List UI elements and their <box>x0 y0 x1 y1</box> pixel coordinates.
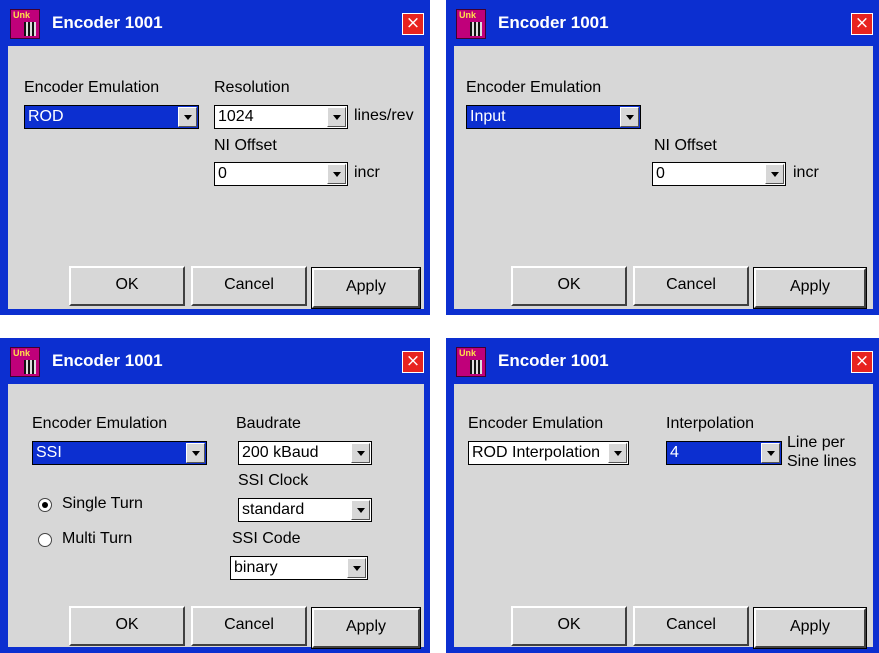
chevron-down-icon[interactable] <box>327 164 346 184</box>
interpolation-unit-line2: Sine lines <box>787 453 857 470</box>
ni-offset-select[interactable]: 0 <box>652 162 786 186</box>
close-icon[interactable]: × <box>402 13 424 35</box>
baudrate-select[interactable]: 200 kBaud <box>238 441 372 465</box>
resolution-select[interactable]: 1024 <box>214 105 348 129</box>
ni-offset-value: 0 <box>656 165 665 182</box>
interpolation-value: 4 <box>670 444 679 461</box>
interpolation-label: Interpolation <box>666 415 755 432</box>
dialog-client: Encoder Emulation Input NI Offset 0 incr… <box>454 46 873 309</box>
encoder-dialog-rod: Unk Encoder 1001 × Encoder Emulation ROD… <box>0 0 430 315</box>
encoder-emulation-value: ROD <box>28 108 64 125</box>
apply-button[interactable]: Apply <box>311 267 421 309</box>
unk-app-icon: Unk <box>10 9 40 39</box>
unk-app-icon: Unk <box>456 347 486 377</box>
single-turn-label[interactable]: Single Turn <box>62 495 143 513</box>
encoder-emulation-value: SSI <box>36 444 62 461</box>
dialog-title: Encoder 1001 <box>498 351 609 370</box>
chevron-down-icon[interactable] <box>327 107 346 127</box>
apply-button[interactable]: Apply <box>311 607 421 649</box>
encoder-dialog-ssi: Unk Encoder 1001 × Encoder Emulation SSI… <box>0 338 430 653</box>
close-icon[interactable]: × <box>402 351 424 373</box>
encoder-emulation-label: Encoder Emulation <box>466 79 602 96</box>
baudrate-value: 200 kBaud <box>242 444 319 461</box>
ok-button[interactable]: OK <box>69 606 185 646</box>
encoder-emulation-select[interactable]: SSI <box>32 441 207 465</box>
dialog-client: Encoder Emulation ROD Interpolation Inte… <box>454 384 873 649</box>
cancel-button[interactable]: Cancel <box>633 606 749 646</box>
ssi-code-label: SSI Code <box>232 530 301 547</box>
dialog-title: Encoder 1001 <box>52 351 163 370</box>
resolution-value: 1024 <box>218 108 254 125</box>
ok-button[interactable]: OK <box>511 606 627 646</box>
ssi-clock-value: standard <box>242 501 305 518</box>
chevron-down-icon[interactable] <box>347 558 366 578</box>
baudrate-label: Baudrate <box>236 415 301 432</box>
multi-turn-radio[interactable] <box>38 533 52 547</box>
chevron-down-icon[interactable] <box>178 107 197 127</box>
title-bar[interactable]: Unk Encoder 1001 × <box>0 338 430 384</box>
ni-offset-unit: incr <box>793 164 819 181</box>
dialog-title: Encoder 1001 <box>498 13 609 32</box>
interpolation-select[interactable]: 4 <box>666 441 782 465</box>
resolution-label: Resolution <box>214 79 290 96</box>
encoder-emulation-label: Encoder Emulation <box>468 415 604 432</box>
dialog-title: Encoder 1001 <box>52 13 163 32</box>
encoder-dialog-input: Unk Encoder 1001 × Encoder Emulation Inp… <box>446 0 879 315</box>
chevron-down-icon[interactable] <box>620 107 639 127</box>
encoder-emulation-label: Encoder Emulation <box>32 415 168 432</box>
dialog-client: Encoder Emulation SSI Baudrate 200 kBaud… <box>8 384 424 649</box>
encoder-emulation-value: ROD Interpolation <box>472 444 601 461</box>
ok-button[interactable]: OK <box>511 266 627 306</box>
interpolation-unit-line1: Line per <box>787 434 845 451</box>
chevron-down-icon[interactable] <box>765 164 784 184</box>
chevron-down-icon[interactable] <box>608 443 627 463</box>
unk-app-icon: Unk <box>456 9 486 39</box>
encoder-emulation-select[interactable]: ROD Interpolation <box>468 441 629 465</box>
ni-offset-select[interactable]: 0 <box>214 162 348 186</box>
apply-button[interactable]: Apply <box>753 607 867 649</box>
single-turn-radio[interactable] <box>38 498 52 512</box>
ni-offset-value: 0 <box>218 165 227 182</box>
ok-button[interactable]: OK <box>69 266 185 306</box>
ssi-clock-label: SSI Clock <box>238 472 309 489</box>
title-bar[interactable]: Unk Encoder 1001 × <box>0 0 430 46</box>
chevron-down-icon[interactable] <box>761 443 780 463</box>
ni-offset-label: NI Offset <box>654 137 717 154</box>
multi-turn-label[interactable]: Multi Turn <box>62 530 132 548</box>
unk-app-icon: Unk <box>10 347 40 377</box>
cancel-button[interactable]: Cancel <box>191 606 307 646</box>
encoder-emulation-select[interactable]: Input <box>466 105 641 129</box>
close-icon[interactable]: × <box>851 13 873 35</box>
resolution-unit: lines/rev <box>354 107 414 124</box>
dialog-client: Encoder Emulation ROD Resolution 1024 li… <box>8 46 424 309</box>
apply-button[interactable]: Apply <box>753 267 867 309</box>
chevron-down-icon[interactable] <box>186 443 205 463</box>
close-icon[interactable]: × <box>851 351 873 373</box>
title-bar[interactable]: Unk Encoder 1001 × <box>446 0 879 46</box>
encoder-emulation-select[interactable]: ROD <box>24 105 199 129</box>
ssi-code-value: binary <box>234 559 278 576</box>
title-bar[interactable]: Unk Encoder 1001 × <box>446 338 879 384</box>
chevron-down-icon[interactable] <box>351 443 370 463</box>
encoder-emulation-value: Input <box>470 108 506 125</box>
encoder-dialog-rod-interpolation: Unk Encoder 1001 × Encoder Emulation ROD… <box>446 338 879 653</box>
encoder-emulation-label: Encoder Emulation <box>24 79 160 96</box>
ssi-clock-select[interactable]: standard <box>238 498 372 522</box>
cancel-button[interactable]: Cancel <box>191 266 307 306</box>
ssi-code-select[interactable]: binary <box>230 556 368 580</box>
ni-offset-unit: incr <box>354 164 380 181</box>
cancel-button[interactable]: Cancel <box>633 266 749 306</box>
chevron-down-icon[interactable] <box>351 500 370 520</box>
ni-offset-label: NI Offset <box>214 137 277 154</box>
